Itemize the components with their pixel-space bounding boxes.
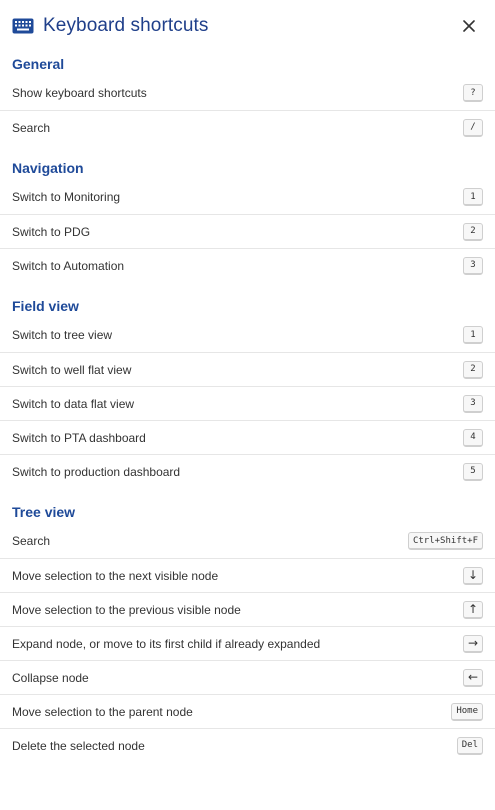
section-title: Navigation — [12, 160, 84, 176]
shortcut-key: Home — [451, 702, 483, 721]
shortcut-sections: General Show keyboard shortcuts? Search / Na… — [0, 52, 495, 762]
shortcut-key: 1 — [463, 188, 483, 206]
section-field-view: Field view Switch to tree view 1 Switch to … — [0, 294, 495, 488]
shortcut-row: Move selection to the next visible node ↓ — [0, 558, 495, 592]
section-title: General — [12, 56, 65, 72]
shortcut-key: / — [463, 118, 483, 137]
shortcut-key: 3 — [463, 394, 483, 413]
shortcut-label: Move selection to the next visible node — [12, 568, 219, 583]
close-icon[interactable] — [457, 14, 481, 38]
shortcut-key: 3 — [463, 256, 483, 275]
section-tree-view: Tree view Search Ctrl+Shift+F Move selectio… — [0, 500, 495, 762]
shortcut-row: Switch to Monitoring 1 — [0, 180, 495, 214]
shortcut-row: Collapse node ← — [0, 660, 495, 694]
shortcut-row: Switch to well flat view 2 — [0, 352, 495, 386]
shortcut-label: Switch to tree view — [12, 328, 113, 342]
section-title: Tree view — [12, 504, 76, 520]
keyboard-icon — [12, 18, 34, 34]
panel-header: Keyboard shortcuts — [0, 0, 495, 52]
shortcut-label: Switch to well flat view — [12, 362, 132, 377]
shortcut-key: ↑ — [462, 600, 483, 619]
shortcut-row: Switch to PDG 2 — [0, 214, 495, 248]
shortcut-key: → — [462, 634, 483, 653]
shortcut-row: Switch to tree view 1 — [0, 318, 495, 352]
shortcut-label: Switch to production dashboard — [12, 464, 181, 479]
shortcut-label: Show keyboard shortcuts — [12, 86, 147, 100]
shortcut-key: 2 — [463, 360, 483, 379]
shortcut-label: Switch to Automation — [12, 258, 125, 273]
shortcut-label: Expand node, or move to its first child … — [12, 636, 321, 651]
shortcut-label: Move selection to the previous visible n… — [12, 602, 241, 617]
shortcut-key: 2 — [463, 222, 483, 241]
shortcut-key: 4 — [463, 428, 483, 447]
shortcut-key: Ctrl+Shift+F — [407, 532, 483, 550]
keyboard-shortcuts-panel: Keyboard shortcuts General Show keyboard … — [0, 0, 495, 810]
shortcut-label: Delete the selected node — [12, 738, 145, 753]
shortcut-key: ? — [463, 84, 483, 102]
shortcut-label: Move selection to the parent node — [12, 704, 193, 719]
shortcut-key: ↓ — [462, 566, 483, 585]
shortcut-row: Move selection to the previous visible n… — [0, 592, 495, 626]
section-title: Field view — [12, 298, 79, 314]
shortcut-key: ← — [462, 668, 483, 687]
shortcut-row: Switch to data flat view 3 — [0, 386, 495, 420]
section-navigation: Navigation Switch to Monitoring 1 Switch to… — [0, 156, 495, 282]
shortcut-key: Del — [456, 736, 483, 755]
shortcut-row: Move selection to the parent node Home — [0, 694, 495, 728]
shortcut-row: Delete the selected node Del — [0, 728, 495, 762]
shortcut-label: Switch to PTA dashboard — [12, 430, 146, 445]
shortcut-row: Switch to Automation 3 — [0, 248, 495, 282]
shortcut-row: Expand node, or move to its first child … — [0, 626, 495, 660]
shortcut-label: Switch to data flat view — [12, 396, 135, 411]
shortcut-label: Collapse node — [12, 670, 89, 685]
shortcut-label: Switch to Monitoring — [12, 190, 121, 204]
shortcut-key: 5 — [463, 462, 483, 481]
shortcut-row: Show keyboard shortcuts? — [0, 76, 495, 110]
panel-title: Keyboard shortcuts — [43, 15, 209, 36]
shortcut-label: Search — [12, 120, 51, 135]
shortcut-row: Search Ctrl+Shift+F — [0, 524, 495, 558]
shortcut-key: 1 — [463, 326, 483, 344]
shortcut-row: Switch to PTA dashboard 4 — [0, 420, 495, 454]
shortcut-row: Search / — [0, 110, 495, 144]
shortcut-row: Switch to production dashboard 5 — [0, 454, 495, 488]
shortcut-label: Search — [12, 534, 51, 548]
shortcut-label: Switch to PDG — [12, 224, 91, 239]
section-general: General Show keyboard shortcuts? Search / — [0, 52, 495, 144]
